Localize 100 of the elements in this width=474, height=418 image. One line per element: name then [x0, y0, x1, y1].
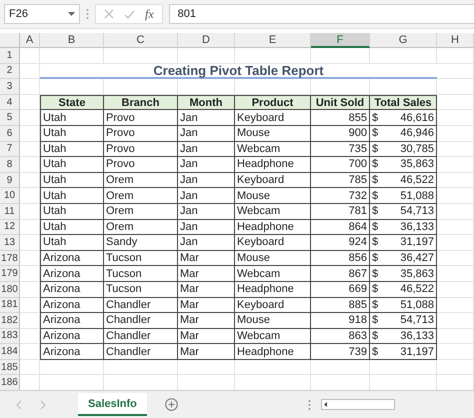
table-cell: Arizona [40, 266, 104, 282]
table-cell: Keyboard [235, 110, 311, 126]
table-cell: Arizona [40, 328, 104, 344]
currency-symbol: $ [372, 174, 378, 186]
table-cell: 918 [311, 313, 370, 329]
grip-icon [308, 398, 311, 410]
column-header[interactable]: G [370, 33, 437, 48]
caret-icon[interactable] [68, 12, 75, 16]
row-number[interactable]: 2 [0, 64, 20, 80]
column-header[interactable]: E [235, 33, 311, 48]
table-cell: Chandler [104, 298, 178, 314]
column-header[interactable]: H [437, 33, 474, 48]
table-cell: Provo [104, 126, 178, 142]
previous-sheet-icon[interactable] [14, 400, 24, 410]
row-number[interactable]: 6 [0, 126, 20, 142]
row-number[interactable]: 8 [0, 157, 20, 173]
add-sheet-icon[interactable] [164, 398, 178, 411]
table-cell: Utah [40, 188, 104, 204]
table-cell: Orem [104, 172, 178, 188]
table-cell: 885 [311, 298, 370, 314]
empty-cell [437, 110, 474, 126]
empty-cell [437, 344, 474, 360]
column-heading: State [40, 94, 104, 110]
empty-cell [437, 250, 474, 266]
table-cell: Orem [104, 204, 178, 220]
table-cell: 867 [311, 266, 370, 282]
table-cell: Jan [178, 142, 235, 158]
row-number[interactable]: 10 [0, 188, 20, 204]
row-number[interactable]: 180 [0, 282, 20, 298]
name-box[interactable]: F26 [4, 4, 80, 24]
row-number[interactable]: 182 [0, 313, 20, 329]
column-header[interactable]: A [20, 33, 40, 48]
currency-symbol: $ [372, 112, 378, 124]
row-number[interactable]: 11 [0, 204, 20, 220]
table-cell: Headphone [235, 344, 311, 360]
table-cell: Utah [40, 235, 104, 251]
table-cell: Jan [178, 204, 235, 220]
row-number[interactable]: 181 [0, 298, 20, 314]
check-icon[interactable] [124, 10, 135, 18]
amount-text: 31,197 [400, 236, 434, 248]
column-header[interactable]: C [104, 33, 178, 48]
row-number[interactable]: 178 [0, 250, 20, 266]
row-number[interactable]: 183 [0, 328, 20, 344]
row-number[interactable]: 185 [0, 360, 20, 376]
table-cell: Mar [178, 298, 235, 314]
table-cell: Jan [178, 172, 235, 188]
currency-symbol: $ [372, 142, 378, 155]
row-number[interactable]: 13 [0, 235, 20, 251]
row-number[interactable]: 9 [0, 172, 20, 188]
empty-cell [437, 188, 474, 204]
table-cell: Arizona [40, 282, 104, 298]
table-cell: Utah [40, 220, 104, 236]
amount-text: 51,088 [400, 298, 434, 311]
row-number[interactable]: 4 [0, 94, 20, 110]
cancel-icon[interactable] [104, 9, 114, 19]
row-number[interactable]: 186 [0, 375, 20, 392]
table-cell: Jan [178, 220, 235, 236]
sheet-tab[interactable]: SalesInfo [78, 393, 147, 416]
row-number[interactable]: 5 [0, 110, 20, 126]
table-cell: Headphone [235, 157, 311, 173]
empty-cell [437, 220, 474, 236]
insert-function-button[interactable]: fx [145, 6, 154, 22]
table-cell: 781 [311, 204, 370, 220]
column-header[interactable]: D [178, 33, 235, 48]
currency-symbol: $ [372, 283, 378, 296]
column-header[interactable]: F [311, 33, 370, 48]
column-header[interactable]: B [40, 33, 104, 48]
select-all-corner[interactable] [0, 33, 20, 48]
next-sheet-icon[interactable] [38, 400, 48, 410]
row-number[interactable]: 1 [0, 48, 20, 64]
table-cell: Jan [178, 157, 235, 173]
scroll-left-icon[interactable] [322, 400, 330, 409]
row-number[interactable]: 184 [0, 344, 20, 360]
amount-text: 36,133 [400, 330, 434, 342]
table-cell: Jan [178, 188, 235, 204]
row-number[interactable]: 12 [0, 220, 20, 236]
table-cell: Mar [178, 313, 235, 329]
row-number[interactable]: 3 [0, 79, 20, 95]
table-cell: Jan [178, 235, 235, 251]
currency-symbol: $ [372, 330, 378, 342]
horizontal-scrollbar[interactable] [320, 399, 395, 410]
table-cell: Headphone [235, 220, 311, 236]
grip-icon [86, 8, 89, 20]
row-number[interactable]: 7 [0, 142, 20, 158]
table-cell: 856 [311, 250, 370, 266]
amount-text: 35,863 [400, 158, 434, 170]
row-number[interactable]: 179 [0, 266, 20, 282]
currency-symbol: $ [372, 298, 378, 311]
empty-cell [437, 48, 474, 64]
currency-symbol: $ [372, 236, 378, 248]
currency-symbol: $ [372, 158, 378, 170]
amount-text: 36,133 [400, 220, 434, 233]
empty-cell [40, 48, 104, 64]
column-heading: Total Sales [370, 94, 437, 110]
formula-bar[interactable]: 801 [168, 4, 474, 24]
table-cell: Keyboard [235, 298, 311, 314]
empty-cell [437, 266, 474, 282]
empty-cell [178, 48, 235, 64]
table-cell: Mouse [235, 188, 311, 204]
table-cell: Tucson [104, 266, 178, 282]
